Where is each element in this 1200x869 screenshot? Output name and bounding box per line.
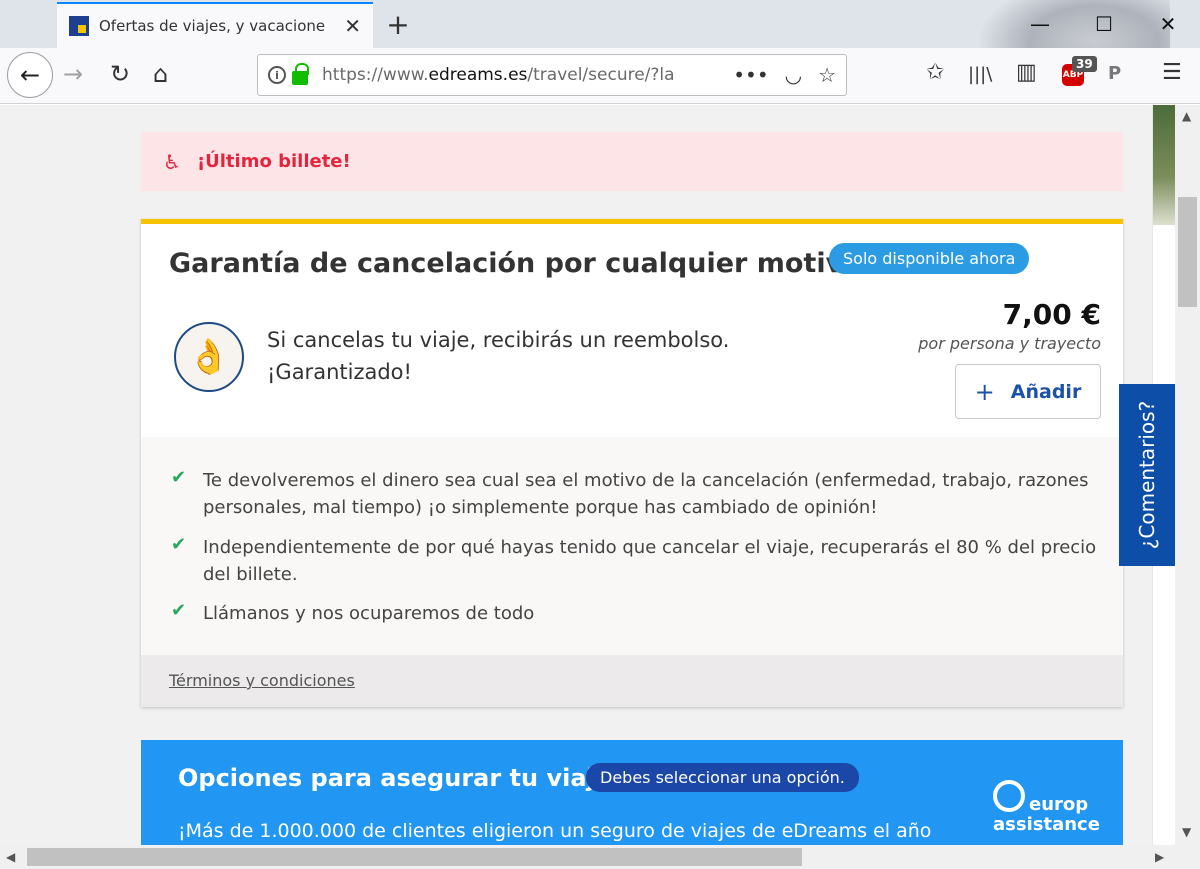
card-title: Garantía de cancelación por cualquier mo… <box>169 248 862 279</box>
intro-text-line1: Si cancelas tu viaje, recibirás un reemb… <box>267 328 730 352</box>
availability-badge: Solo disponible ahora <box>829 243 1030 274</box>
minimize-button[interactable]: — <box>1008 12 1072 36</box>
pocket-icon[interactable]: ◡ <box>785 63 802 87</box>
insurance-options-card: Opciones para asegurar tu viaje Debes se… <box>141 740 1123 845</box>
seat-icon: ♿ <box>163 149 181 174</box>
navigation-toolbar: ← → ↻ ⌂ i https://www.edreams.es/travel/… <box>0 48 1200 118</box>
cancellation-guarantee-card: Garantía de cancelación por cualquier mo… <box>141 219 1123 707</box>
feedback-label: ¿Comentarios? <box>1135 400 1159 550</box>
add-button[interactable]: + Añadir <box>955 364 1101 419</box>
scroll-right-icon[interactable]: ▶ <box>1155 850 1164 864</box>
sidebar-icon[interactable]: ▥ <box>1016 60 1037 85</box>
benefits-list: ✔ Te devolveremos el dinero sea cual sea… <box>141 437 1123 655</box>
plus-icon: + <box>974 377 995 406</box>
price-note: por persona y trayecto <box>918 334 1101 353</box>
benefit-text: Te devolveremos el dinero sea cual sea e… <box>203 470 1089 518</box>
benefit-text: Llámanos y nos ocuparemos de todo <box>203 603 535 624</box>
tab-close-icon[interactable]: ✕ <box>344 14 361 38</box>
horizontal-scroll-thumb[interactable] <box>27 848 802 866</box>
new-tab-button[interactable]: + <box>383 8 413 41</box>
lock-icon[interactable] <box>292 63 309 85</box>
page-viewport: ♿ ¡Último billete! Garantía de cancelaci… <box>0 105 1175 845</box>
snap-hand-icon: 👌 <box>174 322 244 392</box>
site-info-icon[interactable]: i <box>268 66 286 84</box>
pinterest-icon[interactable]: P <box>1108 63 1121 84</box>
side-image <box>1153 105 1175 225</box>
tab-title: Ofertas de viajes, y vacaciones <box>99 17 325 35</box>
list-item: ✔ Independientemente de por qué hayas te… <box>171 534 1101 588</box>
list-item: ✔ Llámanos y nos ocuparemos de todo <box>171 600 1101 627</box>
alert-text: ¡Último billete! <box>196 151 351 172</box>
tab-bar: Ofertas de viajes, y vacaciones ✕ + — ☐ … <box>0 0 1200 104</box>
horizontal-scrollbar[interactable]: ◀ ▶ <box>0 845 1175 869</box>
check-icon: ✔ <box>171 534 187 555</box>
terms-bar: Términos y condiciones <box>141 655 1123 707</box>
add-button-label: Añadir <box>1010 380 1082 403</box>
vertical-scrollbar[interactable]: ▲ ▼ <box>1175 105 1200 845</box>
menu-icon[interactable]: ☰ <box>1162 60 1182 85</box>
home-button[interactable]: ⌂ <box>153 60 168 88</box>
edreams-favicon-icon <box>69 16 89 36</box>
check-icon: ✔ <box>171 467 187 488</box>
insurance-title: Opciones para asegurar tu viaje <box>178 764 612 792</box>
scrollbar-corner <box>1175 845 1200 869</box>
maximize-button[interactable]: ☐ <box>1072 12 1136 36</box>
back-arrow-icon: ← <box>19 61 41 89</box>
url-bar[interactable]: i https://www.edreams.es/travel/secure/?… <box>257 54 847 96</box>
insurance-text: ¡Más de 1.000.000 de clientes eligieron … <box>178 820 932 842</box>
tab-active[interactable]: Ofertas de viajes, y vacaciones ✕ <box>57 2 373 48</box>
adblock-count-badge: 39 <box>1072 56 1097 72</box>
benefit-text: Independientemente de por qué hayas teni… <box>203 537 1097 585</box>
scroll-left-icon[interactable]: ◀ <box>6 850 15 864</box>
selection-required-badge: Debes seleccionar una opción. <box>586 763 859 792</box>
reload-button[interactable]: ↻ <box>110 60 130 88</box>
window-controls: — ☐ ✕ <box>1008 0 1200 48</box>
list-item: ✔ Te devolveremos el dinero sea cual sea… <box>171 467 1101 521</box>
page-actions-icon[interactable]: ••• <box>733 63 768 87</box>
last-ticket-alert: ♿ ¡Último billete! <box>141 132 1123 191</box>
scroll-up-icon[interactable]: ▲ <box>1182 109 1191 123</box>
close-window-button[interactable]: ✕ <box>1136 12 1200 36</box>
bookmarks-menu-icon[interactable]: ✩ <box>926 60 944 85</box>
price: 7,00 € <box>1002 298 1101 331</box>
europ-logo-icon <box>993 780 1025 812</box>
bookmark-star-icon[interactable]: ☆ <box>818 63 836 87</box>
back-button[interactable]: ← <box>7 52 53 98</box>
vertical-scroll-thumb[interactable] <box>1178 197 1197 307</box>
url-text[interactable]: https://www.edreams.es/travel/secure/?la <box>322 65 676 85</box>
check-icon: ✔ <box>171 600 187 621</box>
feedback-tab[interactable]: ¿Comentarios? <box>1119 384 1175 566</box>
forward-button[interactable]: → <box>63 60 83 88</box>
scroll-down-icon[interactable]: ▼ <box>1182 825 1191 839</box>
library-icon[interactable]: |||\ <box>968 64 992 85</box>
intro-text-line2: ¡Garantizado! <box>267 360 412 384</box>
terms-link[interactable]: Términos y condiciones <box>169 671 355 690</box>
